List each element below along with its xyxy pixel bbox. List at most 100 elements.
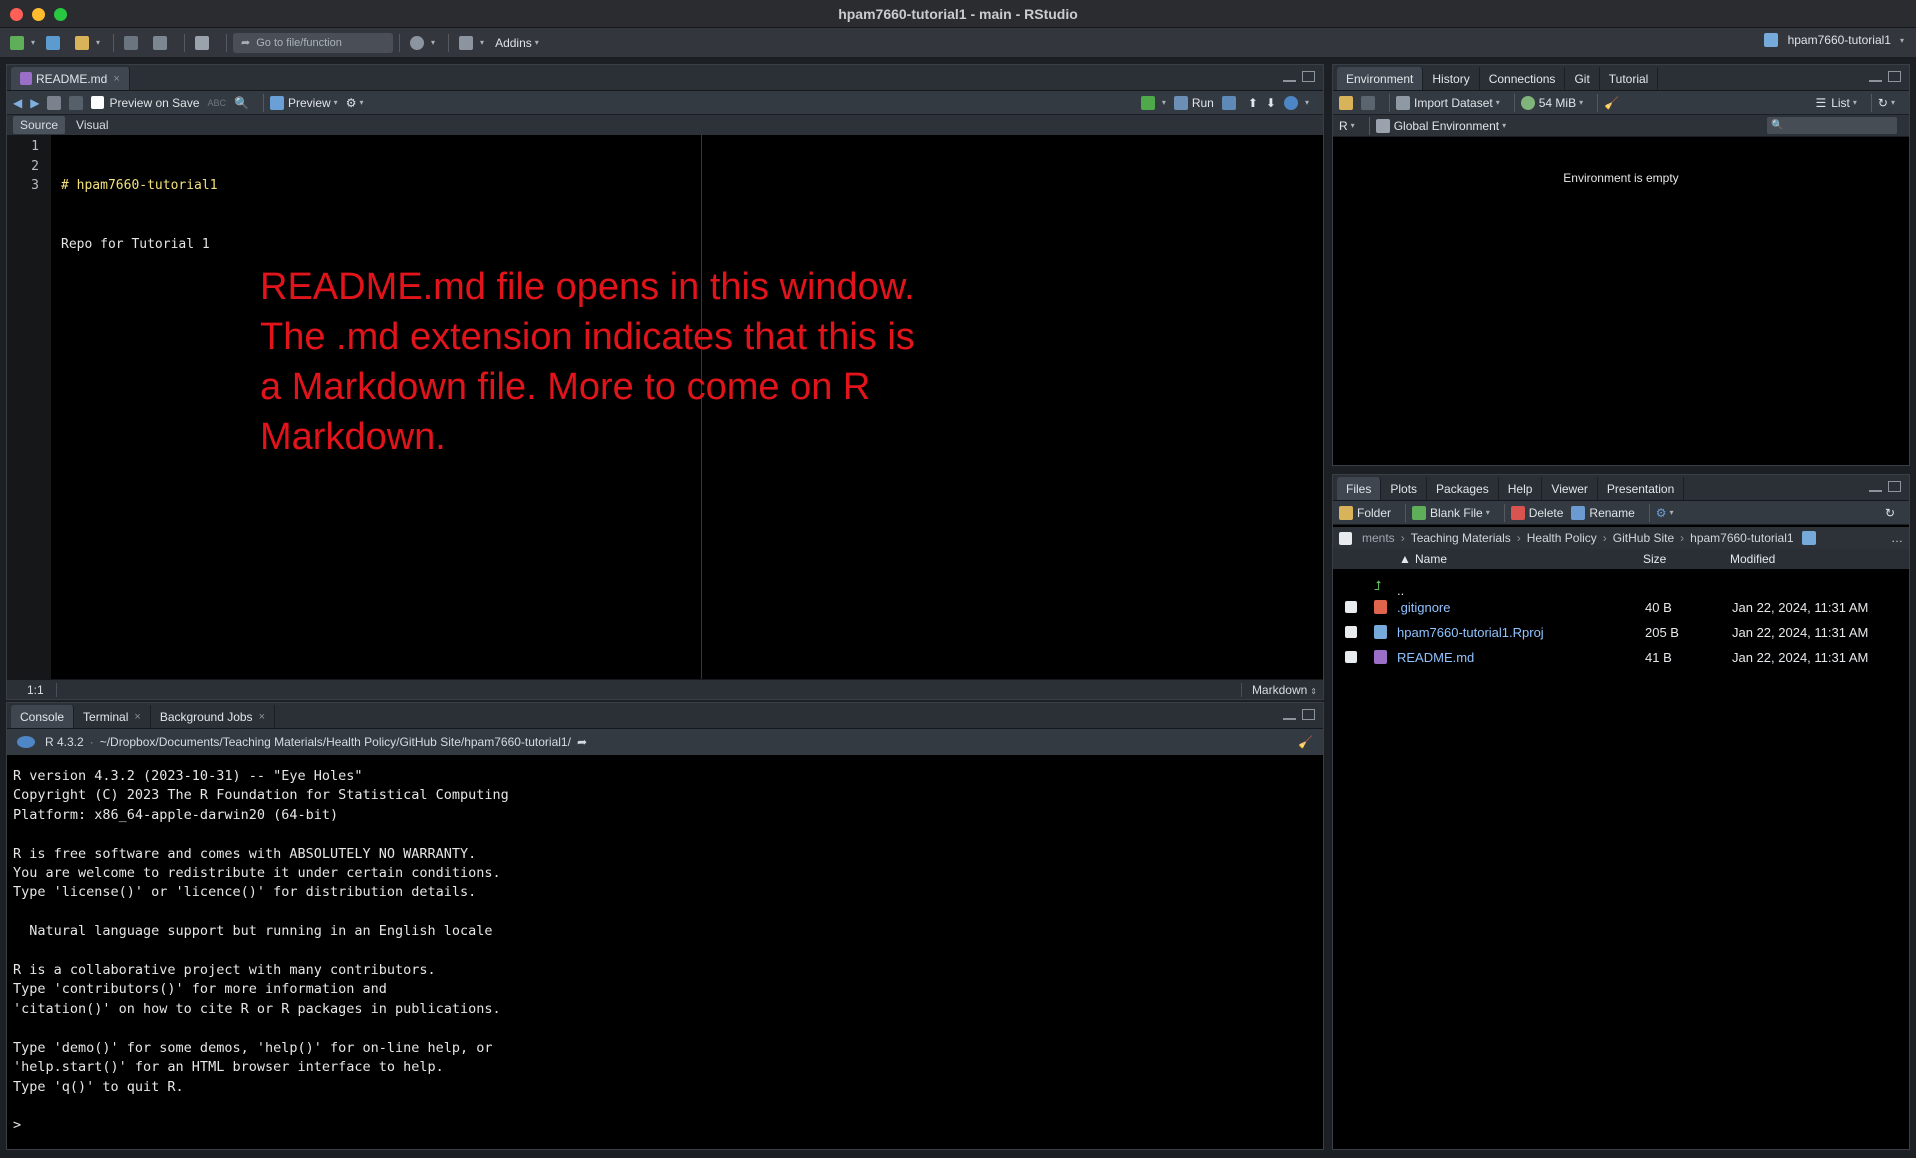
insert-chunk-button[interactable]: ▾: [1140, 95, 1166, 110]
tab-label: Tutorial: [1608, 71, 1649, 86]
tab-connections[interactable]: Connections: [1480, 67, 1566, 90]
language-menu[interactable]: R ▾: [1339, 119, 1355, 133]
tab-history[interactable]: History: [1423, 67, 1480, 90]
refresh-files-button[interactable]: ↻: [1885, 506, 1895, 520]
file-checkbox[interactable]: [1345, 601, 1357, 613]
rerun-button[interactable]: [1221, 95, 1240, 110]
tab-help[interactable]: Help: [1499, 477, 1543, 500]
code-lines[interactable]: # hpam7660-tutorial1 Repo for Tutorial 1: [61, 137, 218, 332]
minimize-pane-icon[interactable]: [1283, 712, 1296, 720]
breadcrumb-item[interactable]: Health Policy: [1527, 531, 1597, 545]
tab-files[interactable]: Files: [1337, 477, 1382, 500]
new-file-button[interactable]: ▾: [6, 32, 39, 54]
go-up-button[interactable]: ⬆: [1248, 96, 1258, 110]
source-visual-toggle: Source Visual: [7, 115, 1323, 135]
more-button[interactable]: ⚙ ▾: [1656, 506, 1674, 520]
tab-terminal[interactable]: Terminal ×: [74, 705, 151, 728]
back-button[interactable]: ◀: [13, 96, 22, 110]
go-down-button[interactable]: ⬇: [1266, 96, 1276, 110]
preview-on-save-checkbox[interactable]: Preview on Save: [91, 96, 200, 110]
tab-plots[interactable]: Plots: [1381, 477, 1428, 500]
tab-viewer[interactable]: Viewer: [1542, 477, 1598, 500]
close-tab-icon[interactable]: ×: [259, 711, 265, 723]
save-workspace-icon[interactable]: [1361, 95, 1375, 110]
rename-button[interactable]: Rename: [1571, 505, 1635, 520]
table-row[interactable]: README.md 41 B Jan 22, 2024, 11:31 AM: [1333, 645, 1909, 670]
file-checkbox[interactable]: [1345, 651, 1357, 663]
env-search-input[interactable]: 🔍: [1767, 117, 1897, 134]
console-output[interactable]: R version 4.3.2 (2023-10-31) -- "Eye Hol…: [13, 767, 509, 1136]
tab-git[interactable]: Git: [1565, 67, 1600, 90]
col-size[interactable]: Size: [1643, 552, 1666, 566]
file-type-menu[interactable]: Markdown ⇕: [1240, 682, 1323, 697]
run-button[interactable]: Run: [1173, 95, 1214, 110]
gear-icon: ⚙: [1655, 505, 1667, 520]
show-in-window-icon[interactable]: [47, 95, 62, 110]
print-button[interactable]: [191, 32, 217, 54]
search-icon[interactable]: 🔍: [234, 96, 249, 110]
visual-mode-button[interactable]: Visual: [69, 116, 115, 134]
table-row[interactable]: hpam7660-tutorial1.Rproj 205 B Jan 22, 2…: [1333, 620, 1909, 645]
go-to-directory-icon[interactable]: ➦: [577, 735, 587, 749]
file-name[interactable]: hpam7660-tutorial1.Rproj: [1397, 625, 1544, 640]
file-name[interactable]: README.md: [1397, 650, 1474, 665]
memory-usage-button[interactable]: 54 MiB ▾: [1520, 95, 1583, 110]
breadcrumb-item[interactable]: hpam7660-tutorial1: [1690, 531, 1793, 545]
tab-console[interactable]: Console: [11, 705, 75, 728]
spellcheck-icon[interactable]: ABC: [208, 98, 227, 108]
file-name[interactable]: .gitignore: [1397, 600, 1450, 615]
file-checkbox[interactable]: [1345, 626, 1357, 638]
delete-button[interactable]: Delete: [1510, 505, 1563, 520]
breadcrumb-item[interactable]: GitHub Site: [1613, 531, 1674, 545]
pane-layout-button[interactable]: ▾: [455, 32, 488, 54]
r-project-icon[interactable]: [1801, 531, 1816, 545]
refresh-env-button[interactable]: ↻ ▾: [1878, 96, 1895, 110]
save-all-button[interactable]: [149, 32, 175, 54]
blank-file-button[interactable]: Blank File ▾: [1412, 505, 1490, 520]
tab-presentation[interactable]: Presentation: [1598, 477, 1685, 500]
environment-scope-menu[interactable]: Global Environment ▾: [1375, 118, 1506, 133]
select-all-checkbox[interactable]: [1339, 531, 1352, 545]
load-workspace-icon[interactable]: [1339, 95, 1353, 110]
more-path-icon[interactable]: …: [1891, 531, 1903, 545]
publish-button[interactable]: ▾: [1283, 95, 1309, 110]
settings-button[interactable]: ⚙ ▾: [346, 96, 364, 110]
project-menu[interactable]: hpam7660-tutorial1 ▾: [1763, 33, 1904, 47]
maximize-pane-icon[interactable]: [1302, 71, 1315, 82]
memory-label: 54 MiB: [1538, 95, 1577, 110]
tab-tutorial[interactable]: Tutorial: [1600, 67, 1659, 90]
maximize-pane-icon[interactable]: [1888, 481, 1901, 492]
vcs-button[interactable]: ▾: [406, 32, 439, 54]
tab-environment[interactable]: Environment: [1337, 67, 1424, 90]
table-row[interactable]: .gitignore 40 B Jan 22, 2024, 11:31 AM: [1333, 595, 1909, 620]
window-title: hpam7660-tutorial1 - main - RStudio: [838, 6, 1078, 22]
goto-file-function-input[interactable]: ➦ Go to file/function: [233, 32, 394, 53]
close-tab-icon[interactable]: ×: [134, 711, 140, 723]
save-icon[interactable]: [69, 95, 84, 110]
tab-packages[interactable]: Packages: [1427, 477, 1499, 500]
save-button[interactable]: [120, 32, 146, 54]
tab-background-jobs[interactable]: Background Jobs ×: [151, 705, 275, 728]
tab-readme[interactable]: README.md ×: [11, 67, 130, 90]
minimize-pane-icon[interactable]: [1869, 74, 1882, 82]
new-folder-button[interactable]: Folder: [1339, 505, 1391, 520]
new-project-button[interactable]: [42, 32, 68, 54]
breadcrumb-item[interactable]: ments: [1362, 531, 1395, 545]
clear-objects-icon[interactable]: 🧹: [1604, 96, 1619, 110]
clear-console-icon[interactable]: 🧹: [1298, 735, 1313, 749]
col-modified[interactable]: Modified: [1730, 552, 1775, 566]
preview-button[interactable]: Preview ▾: [269, 95, 338, 110]
source-mode-button[interactable]: Source: [13, 116, 66, 134]
breadcrumb-item[interactable]: Teaching Materials: [1411, 531, 1511, 545]
maximize-pane-icon[interactable]: [1888, 71, 1901, 82]
addins-menu[interactable]: Addins ▾: [491, 32, 543, 54]
col-name[interactable]: Name: [1415, 552, 1447, 566]
open-file-button[interactable]: ▾: [71, 32, 104, 54]
forward-button[interactable]: ▶: [30, 96, 39, 110]
minimize-pane-icon[interactable]: [1283, 74, 1296, 82]
close-tab-icon[interactable]: ×: [113, 73, 119, 85]
minimize-pane-icon[interactable]: [1869, 484, 1882, 492]
maximize-pane-icon[interactable]: [1302, 709, 1315, 720]
view-mode-menu[interactable]: ☰ List ▾: [1815, 96, 1856, 110]
import-dataset-button[interactable]: Import Dataset ▾: [1396, 95, 1500, 110]
